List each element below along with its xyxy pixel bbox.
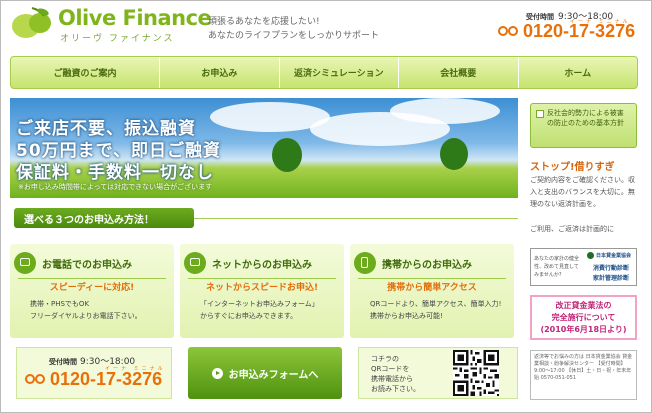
- apply-form-button[interactable]: お申込みフォームへ: [188, 347, 342, 399]
- bottom-phone-box[interactable]: 受付時間 9:30～18:00 イーナ ミニナル 0120-17-3276: [16, 347, 172, 399]
- method-divider: [358, 278, 506, 279]
- header-hours-label: 受付時間: [526, 13, 554, 21]
- document-icon: [536, 110, 544, 118]
- jfsa-consumption-diagnosis: 消費行動診断: [593, 265, 630, 272]
- antisocial-policy-link[interactable]: 反社会的勢力による被害の防止のための基本方針: [530, 103, 637, 148]
- method-phone-body: 携帯・PHSでもOK フリーダイヤルよりお電話下さい。: [30, 298, 142, 322]
- logo-title[interactable]: Olive Finance: [58, 6, 212, 30]
- qr-box: コチラの QRコードを 携帯電話から お読み下さい。: [358, 347, 518, 399]
- section-divider: [194, 218, 518, 219]
- phone-icon: [14, 252, 36, 274]
- bottom-hours-label: 受付時間: [49, 358, 77, 366]
- revised-law-line-2: 完全施行について: [551, 313, 616, 322]
- jfsa-logo-text: 日本貸金業協会: [596, 253, 632, 259]
- stop-title: ストップ!借りすぎ: [530, 162, 615, 173]
- method-net-body: 「インターネットお申込みフォーム」 からすぐにお申込みできます。: [200, 298, 319, 322]
- qr-line-4: お読み下さい。: [371, 385, 420, 393]
- method-mobile-head: 携帯から簡単アクセス: [387, 283, 477, 293]
- method-mobile: 携帯からのお申込み 携帯から簡単アクセス QRコードより、簡単アクセス、簡単入力…: [350, 244, 514, 338]
- hero-banner: ご来店不要、振込融資 50万円まで、即日ご融資 保証料・手数料一切なし ※お申し…: [10, 98, 518, 198]
- method-phone-title: お電話でのお申込み: [42, 260, 132, 271]
- qr-instructions: コチラの QRコードを 携帯電話から お読み下さい。: [371, 354, 420, 394]
- tagline-1: 頑張るあなたを応援したい!: [208, 17, 320, 27]
- revised-law-banner[interactable]: 改正貸金業法の 完全施行について (2010年6月18日より): [530, 295, 637, 340]
- method-net: ネットからのお申込み ネットからスピードお申込! 「インターネットお申込みフォー…: [180, 244, 344, 338]
- main-nav: ご融資のご案内 お申込み 返済シミュレーション 会社概要 ホーム: [10, 56, 638, 89]
- nav-item-apply[interactable]: お申込み: [160, 57, 280, 88]
- method-net-title: ネットからのお申込み: [212, 260, 312, 271]
- nav-item-company[interactable]: 会社概要: [399, 57, 519, 88]
- freedial-icon: [25, 373, 47, 386]
- tree-shape: [440, 138, 468, 170]
- revised-law-line-1: 改正貸金業法の: [555, 301, 612, 310]
- method-net-body-1: 「インターネットお申込みフォーム」: [200, 300, 319, 308]
- method-net-body-2: からすぐにお申込みできます。: [200, 312, 298, 320]
- arrow-right-icon: [211, 367, 223, 379]
- qr-line-1: コチラの: [371, 355, 399, 363]
- jfsa-logo: 日本貸金業協会: [587, 252, 631, 259]
- method-mobile-body-1: QRコードより、簡単アクセス、簡単入力!: [370, 300, 502, 308]
- freedial-icon: [498, 25, 520, 38]
- method-phone-head: スピーディーに対応!: [49, 283, 135, 293]
- method-phone: お電話でのお申込み スピーディーに対応! 携帯・PHSでもOK フリーダイヤルよ…: [10, 244, 174, 338]
- jfsa-emblem-icon: [587, 252, 594, 259]
- method-divider: [188, 278, 336, 279]
- method-phone-body-2: フリーダイヤルよりお電話下さい。: [30, 312, 142, 320]
- method-net-head: ネットからスピードお申込!: [205, 283, 319, 293]
- qr-line-3: 携帯電話から: [371, 375, 413, 383]
- qr-line-2: QRコードを: [371, 365, 410, 373]
- tree-shape: [272, 138, 302, 172]
- header-phone[interactable]: 0120-17-3276: [498, 21, 635, 42]
- jfsa-banner-text: あなたの家計の健全性、改めて見直してみませんか?: [534, 256, 580, 278]
- bottom-phone-number[interactable]: 0120-17-3276: [50, 369, 162, 390]
- jfsa-budget-diagnosis: 家計管理診断: [593, 275, 630, 282]
- nav-item-loan-info[interactable]: ご融資のご案内: [11, 57, 161, 88]
- olive-logo-icon[interactable]: [10, 6, 54, 40]
- stop-text: ご契約内容をご確認ください。収入と支出のバランスを大切に。無理のない返済計画を。: [530, 176, 635, 208]
- qr-code-icon[interactable]: [453, 350, 499, 396]
- consultation-info: 返済等でお悩みの方は 日本貸金業協会 貸金業相談・紛争解決センター 【受付時間】…: [530, 350, 637, 400]
- jfsa-banner[interactable]: あなたの家計の健全性、改めて見直してみませんか? 日本貸金業協会 消費行動診断 …: [530, 248, 637, 286]
- revised-law-line-3: (2010年6月18日より): [540, 325, 627, 334]
- mobile-phone-icon: [354, 252, 376, 274]
- hero-note: ※お申し込み時間帯によっては対応できない場合がございます: [18, 183, 213, 191]
- apply-form-button-label: お申込みフォームへ: [228, 369, 319, 381]
- method-divider: [18, 278, 166, 279]
- nav-item-simulation[interactable]: 返済シミュレーション: [280, 57, 400, 88]
- method-mobile-body-2: 携帯からお申込み可能!: [370, 312, 443, 320]
- method-phone-body-1: 携帯・PHSでもOK: [30, 300, 90, 308]
- cloud-shape: [390, 98, 500, 124]
- method-mobile-body: QRコードより、簡単アクセス、簡単入力! 携帯からお申込み可能!: [370, 298, 501, 322]
- hero-line-3: 保証料・手数料一切なし: [16, 163, 214, 183]
- logo-subtitle: オリーヴ ファイナンス: [60, 34, 175, 44]
- tagline-2: あなたのライフプランをしっかりサポート: [208, 31, 380, 41]
- computer-icon: [184, 252, 206, 274]
- section-title: 選べる３つのお申込み方法！: [14, 208, 194, 228]
- method-mobile-title: 携帯からのお申込み: [382, 260, 472, 271]
- bottom-phone[interactable]: 0120-17-3276: [25, 369, 162, 390]
- planned-use-note: ご利用、ご返済は計画的に: [530, 225, 614, 233]
- nav-item-home[interactable]: ホーム: [519, 57, 637, 88]
- antisocial-policy-text: 反社会的勢力による被害の防止のための基本方針: [547, 109, 624, 127]
- header-phone-number[interactable]: 0120-17-3276: [523, 21, 635, 42]
